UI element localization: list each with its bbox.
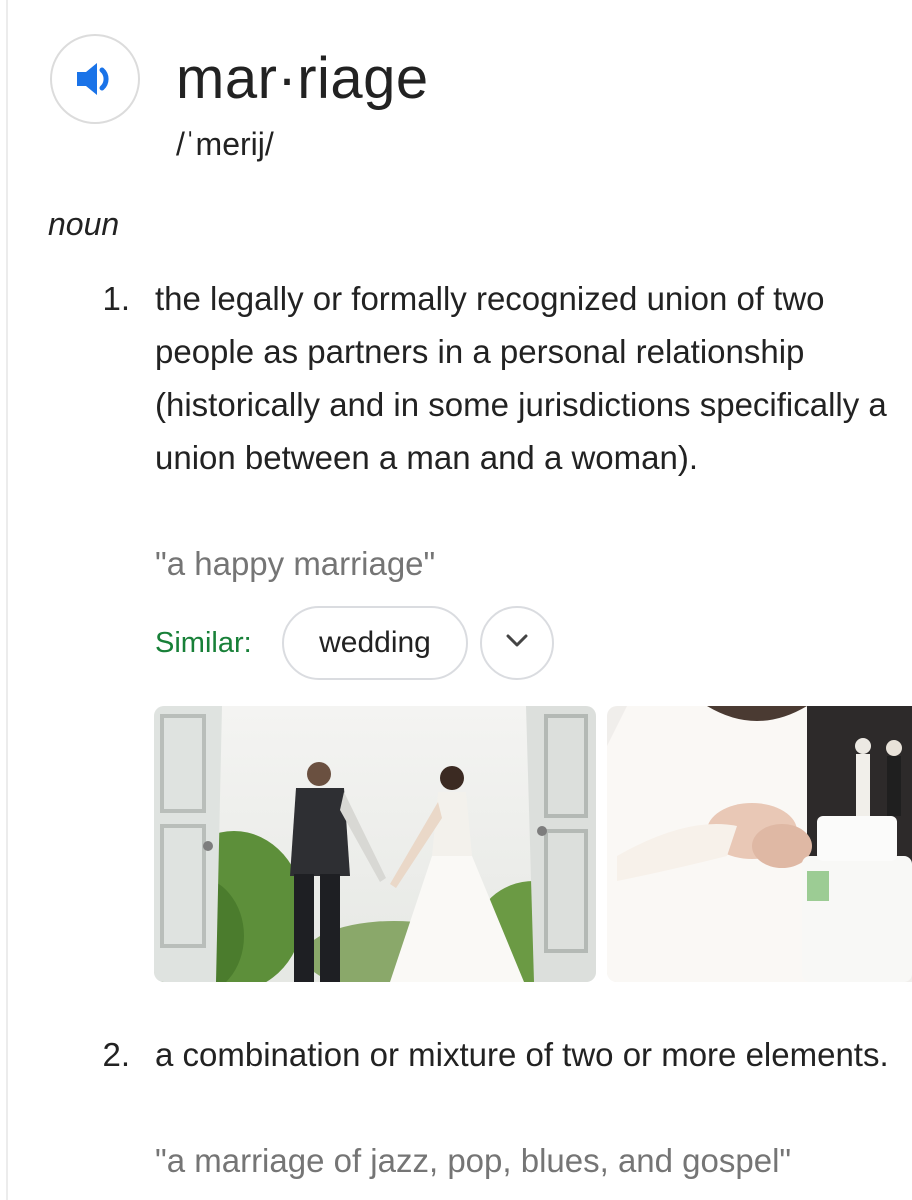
- sense-definition: a combination or mixture of two or more …: [155, 1036, 889, 1073]
- wedding-couple-image[interactable]: [154, 706, 596, 982]
- speaker-icon: [75, 61, 115, 97]
- sense-example: "a happy marriage": [155, 545, 436, 582]
- left-divider: [6, 0, 8, 1200]
- pronunciation: /ˈmerij/: [176, 126, 274, 162]
- sense-example: "a marriage of jazz, pop, blues, and gos…: [155, 1142, 792, 1179]
- similar-label: Similar:: [155, 627, 252, 659]
- headword: mar·riage: [176, 46, 429, 111]
- wedding-cake-image[interactable]: [607, 706, 912, 982]
- sense-number: 1.: [102, 280, 130, 317]
- dictionary-card: mar·riage /ˈmerij/ noun 1. the legally o…: [0, 0, 912, 1200]
- similar-chip-wedding[interactable]: wedding: [282, 606, 468, 680]
- sense-definition: the legally or formally recognized union…: [155, 280, 887, 476]
- part-of-speech: noun: [48, 206, 120, 242]
- chevron-down-icon: [506, 634, 528, 653]
- similar-expand-button[interactable]: [480, 606, 554, 680]
- pronunciation-audio-button[interactable]: [50, 34, 140, 124]
- sense-number: 2.: [102, 1036, 130, 1073]
